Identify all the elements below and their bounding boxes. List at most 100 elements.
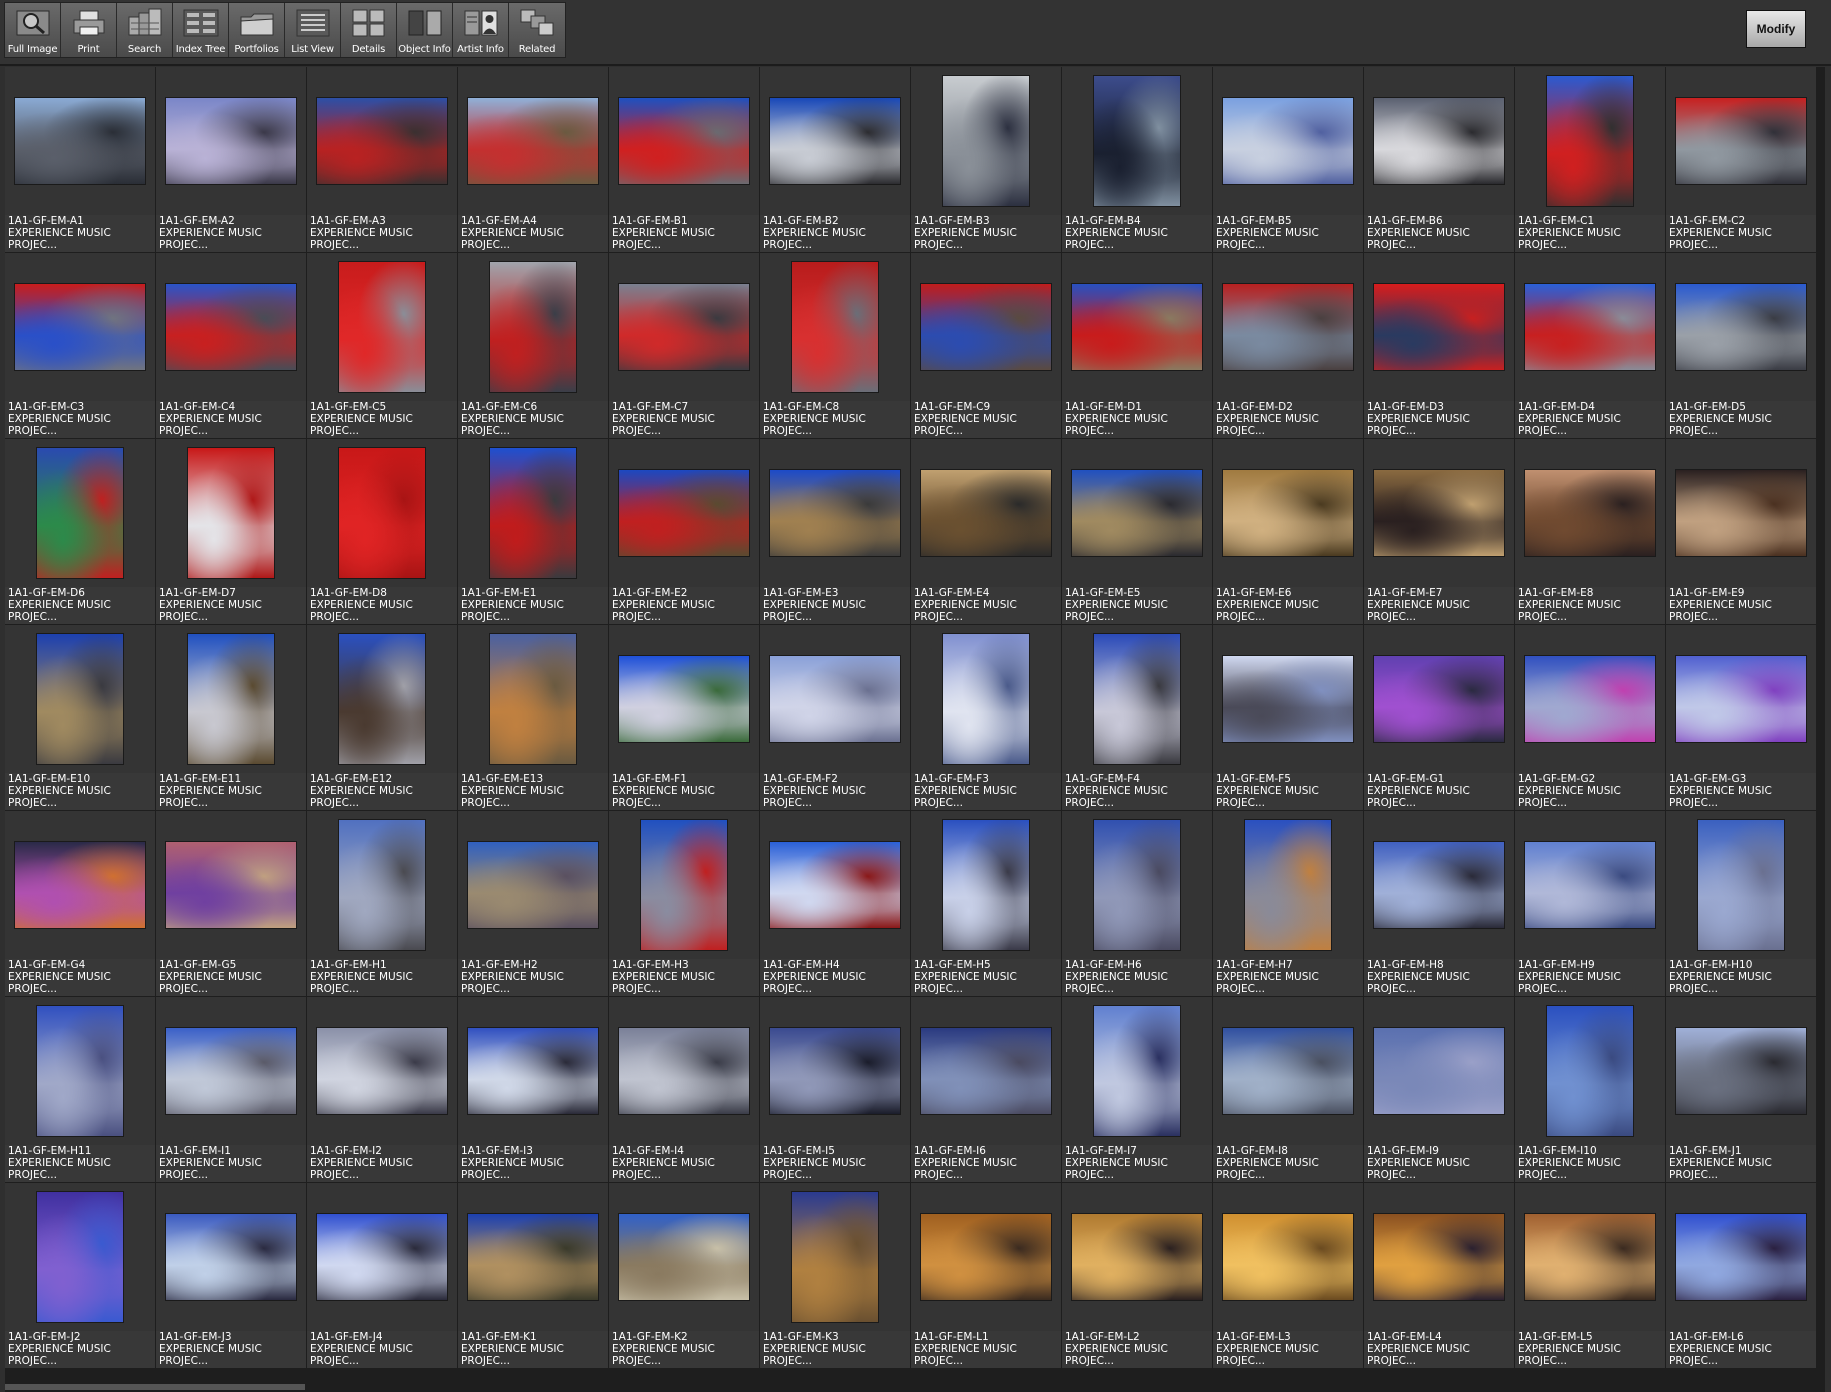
thumbnail-cell[interactable]: 1A1-GF-EM-F1 EXPERIENCE MUSIC PROJEC...	[609, 625, 759, 810]
portfolios-button[interactable]: Portfolios	[229, 3, 285, 57]
thumbnail-cell[interactable]: 1A1-GF-EM-G3 EXPERIENCE MUSIC PROJEC...	[1666, 625, 1816, 810]
thumbnail-image[interactable]	[1245, 820, 1331, 950]
thumbnail-cell[interactable]: 1A1-GF-EM-F5 EXPERIENCE MUSIC PROJEC...	[1213, 625, 1363, 810]
thumbnail-cell[interactable]: 1A1-GF-EM-F2 EXPERIENCE MUSIC PROJEC...	[760, 625, 910, 810]
thumbnail-cell[interactable]: 1A1-GF-EM-I3 EXPERIENCE MUSIC PROJEC...	[458, 997, 608, 1182]
object-info-button[interactable]: Object Info	[397, 3, 453, 57]
thumbnail-image[interactable]	[1676, 656, 1806, 742]
thumbnail-image[interactable]	[1223, 284, 1353, 370]
thumbnail-cell[interactable]: 1A1-GF-EM-C9 EXPERIENCE MUSIC PROJEC...	[911, 253, 1061, 438]
thumbnail-image[interactable]	[1525, 284, 1655, 370]
thumbnail-image[interactable]	[317, 1028, 447, 1114]
thumbnail-image[interactable]	[1525, 842, 1655, 928]
thumbnail-image[interactable]	[619, 1028, 749, 1114]
thumbnail-cell[interactable]: 1A1-GF-EM-A1 EXPERIENCE MUSIC PROJEC...	[5, 67, 155, 252]
search-button[interactable]: Search	[117, 3, 173, 57]
thumbnail-cell[interactable]: 1A1-GF-EM-I7 EXPERIENCE MUSIC PROJEC...	[1062, 997, 1212, 1182]
thumbnail-cell[interactable]: 1A1-GF-EM-E12 EXPERIENCE MUSIC PROJEC...	[307, 625, 457, 810]
thumbnail-cell[interactable]: 1A1-GF-EM-H1 EXPERIENCE MUSIC PROJEC...	[307, 811, 457, 996]
thumbnail-image[interactable]	[1223, 1214, 1353, 1300]
thumbnail-cell[interactable]: 1A1-GF-EM-D3 EXPERIENCE MUSIC PROJEC...	[1364, 253, 1514, 438]
thumbnail-cell[interactable]: 1A1-GF-EM-I1 EXPERIENCE MUSIC PROJEC...	[156, 997, 306, 1182]
modify-button[interactable]: Modify	[1746, 10, 1806, 48]
thumbnail-cell[interactable]: 1A1-GF-EM-E8 EXPERIENCE MUSIC PROJEC...	[1515, 439, 1665, 624]
thumbnail-image[interactable]	[1223, 470, 1353, 556]
thumbnail-cell[interactable]: 1A1-GF-EM-H7 EXPERIENCE MUSIC PROJEC...	[1213, 811, 1363, 996]
thumbnail-image[interactable]	[1223, 1028, 1353, 1114]
thumbnail-image[interactable]	[1072, 1214, 1202, 1300]
thumbnail-cell[interactable]: 1A1-GF-EM-C4 EXPERIENCE MUSIC PROJEC...	[156, 253, 306, 438]
thumbnail-cell[interactable]: 1A1-GF-EM-B1 EXPERIENCE MUSIC PROJEC...	[609, 67, 759, 252]
thumbnail-cell[interactable]: 1A1-GF-EM-C7 EXPERIENCE MUSIC PROJEC...	[609, 253, 759, 438]
thumbnail-image[interactable]	[1547, 1006, 1633, 1136]
thumbnail-image[interactable]	[921, 1214, 1051, 1300]
thumbnail-cell[interactable]: 1A1-GF-EM-E3 EXPERIENCE MUSIC PROJEC...	[760, 439, 910, 624]
thumbnail-cell[interactable]: 1A1-GF-EM-I9 EXPERIENCE MUSIC PROJEC...	[1364, 997, 1514, 1182]
thumbnail-cell[interactable]: 1A1-GF-EM-E1 EXPERIENCE MUSIC PROJEC...	[458, 439, 608, 624]
artist-info-button[interactable]: Artist Info	[453, 3, 509, 57]
thumbnail-image[interactable]	[317, 98, 447, 184]
thumbnail-image[interactable]	[1676, 1028, 1806, 1114]
thumbnail-image[interactable]	[468, 1028, 598, 1114]
thumbnail-image[interactable]	[468, 842, 598, 928]
thumbnail-image[interactable]	[1223, 98, 1353, 184]
thumbnail-cell[interactable]: 1A1-GF-EM-K3 EXPERIENCE MUSIC PROJEC...	[760, 1183, 910, 1368]
thumbnail-image[interactable]	[619, 470, 749, 556]
thumbnail-image[interactable]	[166, 1214, 296, 1300]
thumbnail-image[interactable]	[1547, 76, 1633, 206]
thumbnail-cell[interactable]: 1A1-GF-EM-C5 EXPERIENCE MUSIC PROJEC...	[307, 253, 457, 438]
thumbnail-cell[interactable]: 1A1-GF-EM-K1 EXPERIENCE MUSIC PROJEC...	[458, 1183, 608, 1368]
thumbnail-image[interactable]	[317, 1214, 447, 1300]
thumbnail-cell[interactable]: 1A1-GF-EM-H2 EXPERIENCE MUSIC PROJEC...	[458, 811, 608, 996]
thumbnail-image[interactable]	[1072, 470, 1202, 556]
thumbnail-image[interactable]	[1374, 284, 1504, 370]
thumbnail-cell[interactable]: 1A1-GF-EM-G5 EXPERIENCE MUSIC PROJEC...	[156, 811, 306, 996]
thumbnail-image[interactable]	[921, 1028, 1051, 1114]
thumbnail-image[interactable]	[770, 470, 900, 556]
thumbnail-image[interactable]	[15, 284, 145, 370]
thumbnail-image[interactable]	[166, 98, 296, 184]
thumbnail-image[interactable]	[619, 284, 749, 370]
thumbnail-image[interactable]	[1094, 820, 1180, 950]
thumbnail-cell[interactable]: 1A1-GF-EM-G4 EXPERIENCE MUSIC PROJEC...	[5, 811, 155, 996]
list-view-button[interactable]: List View	[285, 3, 341, 57]
thumbnail-cell[interactable]: 1A1-GF-EM-E6 EXPERIENCE MUSIC PROJEC...	[1213, 439, 1363, 624]
thumbnail-image[interactable]	[921, 284, 1051, 370]
thumbnail-cell[interactable]: 1A1-GF-EM-D5 EXPERIENCE MUSIC PROJEC...	[1666, 253, 1816, 438]
thumbnail-cell[interactable]: 1A1-GF-EM-E13 EXPERIENCE MUSIC PROJEC...	[458, 625, 608, 810]
thumbnail-cell[interactable]: 1A1-GF-EM-L4 EXPERIENCE MUSIC PROJEC...	[1364, 1183, 1514, 1368]
thumbnail-cell[interactable]: 1A1-GF-EM-D6 EXPERIENCE MUSIC PROJEC...	[5, 439, 155, 624]
thumbnail-cell[interactable]: 1A1-GF-EM-E5 EXPERIENCE MUSIC PROJEC...	[1062, 439, 1212, 624]
index-tree-button[interactable]: Index Tree	[173, 3, 229, 57]
thumbnail-image[interactable]	[37, 448, 123, 578]
thumbnail-image[interactable]	[943, 76, 1029, 206]
thumbnail-image[interactable]	[166, 1028, 296, 1114]
thumbnail-cell[interactable]: 1A1-GF-EM-J2 EXPERIENCE MUSIC PROJEC...	[5, 1183, 155, 1368]
thumbnail-cell[interactable]: 1A1-GF-EM-J4 EXPERIENCE MUSIC PROJEC...	[307, 1183, 457, 1368]
thumbnail-image[interactable]	[1374, 1214, 1504, 1300]
thumbnail-cell[interactable]: 1A1-GF-EM-H4 EXPERIENCE MUSIC PROJEC...	[760, 811, 910, 996]
thumbnail-cell[interactable]: 1A1-GF-EM-H10 EXPERIENCE MUSIC PROJEC...	[1666, 811, 1816, 996]
thumbnail-cell[interactable]: 1A1-GF-EM-F4 EXPERIENCE MUSIC PROJEC...	[1062, 625, 1212, 810]
thumbnail-image[interactable]	[339, 634, 425, 764]
thumbnail-image[interactable]	[1676, 284, 1806, 370]
thumbnail-image[interactable]	[1094, 76, 1180, 206]
thumbnail-cell[interactable]: 1A1-GF-EM-E11 EXPERIENCE MUSIC PROJEC...	[156, 625, 306, 810]
thumbnail-image[interactable]	[339, 262, 425, 392]
thumbnail-cell[interactable]: 1A1-GF-EM-C3 EXPERIENCE MUSIC PROJEC...	[5, 253, 155, 438]
thumbnail-image[interactable]	[770, 98, 900, 184]
thumbnail-cell[interactable]: 1A1-GF-EM-C8 EXPERIENCE MUSIC PROJEC...	[760, 253, 910, 438]
thumbnail-cell[interactable]: 1A1-GF-EM-E10 EXPERIENCE MUSIC PROJEC...	[5, 625, 155, 810]
thumbnail-image[interactable]	[37, 1006, 123, 1136]
thumbnail-cell[interactable]: 1A1-GF-EM-C1 EXPERIENCE MUSIC PROJEC...	[1515, 67, 1665, 252]
thumbnail-image[interactable]	[1072, 284, 1202, 370]
thumbnail-image[interactable]	[166, 284, 296, 370]
thumbnail-cell[interactable]: 1A1-GF-EM-D4 EXPERIENCE MUSIC PROJEC...	[1515, 253, 1665, 438]
thumbnail-cell[interactable]: 1A1-GF-EM-H8 EXPERIENCE MUSIC PROJEC...	[1364, 811, 1514, 996]
thumbnail-image[interactable]	[792, 262, 878, 392]
thumbnail-cell[interactable]: 1A1-GF-EM-J3 EXPERIENCE MUSIC PROJEC...	[156, 1183, 306, 1368]
thumbnail-cell[interactable]: 1A1-GF-EM-A2 EXPERIENCE MUSIC PROJEC...	[156, 67, 306, 252]
thumbnail-image[interactable]	[339, 448, 425, 578]
thumbnail-image[interactable]	[490, 262, 576, 392]
thumbnail-cell[interactable]: 1A1-GF-EM-C2 EXPERIENCE MUSIC PROJEC...	[1666, 67, 1816, 252]
